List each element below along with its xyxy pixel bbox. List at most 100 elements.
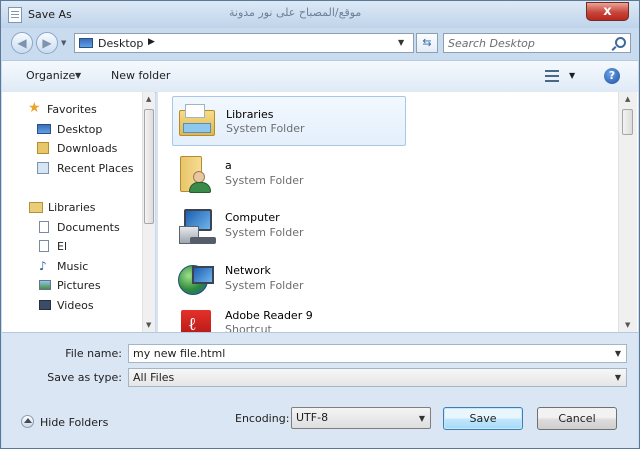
navigation-scrollbar[interactable]: ▲ ▼	[142, 92, 155, 332]
back-button[interactable]: ◀	[11, 32, 33, 54]
sidebar-item-label: Downloads	[57, 141, 118, 155]
videos-icon	[39, 300, 51, 310]
save-as-type-label: Save as type:	[47, 371, 122, 384]
forward-button[interactable]: ▶	[36, 32, 58, 54]
sidebar-item-pictures[interactable]: Pictures	[39, 276, 101, 294]
view-dropdown-icon[interactable]: ▼	[569, 71, 575, 80]
sidebar-item-label: Recent Places	[57, 161, 134, 175]
hide-folders-icon[interactable]	[21, 415, 34, 428]
sidebar-item-desktop[interactable]: Desktop	[37, 120, 102, 138]
sidebar-item-label: Libraries	[48, 200, 96, 214]
new-folder-button[interactable]: New folder	[111, 69, 170, 82]
libraries-icon	[29, 201, 43, 213]
sidebar-item-music[interactable]: ♪ Music	[39, 257, 88, 275]
close-button[interactable]: x	[586, 2, 629, 21]
help-button[interactable]: ?	[604, 68, 620, 84]
save-as-type-value[interactable]: All Files	[133, 371, 174, 384]
recent-locations-dropdown[interactable]: ▼	[61, 39, 66, 47]
back-arrow-icon: ◀	[17, 36, 27, 50]
document-icon	[8, 7, 22, 23]
sidebar-item-downloads[interactable]: Downloads	[37, 139, 117, 157]
list-item[interactable]: Computer System Folder	[172, 202, 406, 252]
documents-icon	[39, 221, 49, 233]
save-button[interactable]: Save	[443, 407, 523, 430]
chevron-down-icon[interactable]: ▼	[398, 38, 404, 47]
refresh-icon: ⇆	[422, 36, 432, 49]
file-type: System Folder	[225, 279, 304, 292]
file-name: Network	[225, 264, 271, 277]
dialog-footer: Hide Folders Encoding: UTF-8 ▼ Save Canc…	[2, 392, 638, 448]
chevron-down-icon[interactable]: ▼	[419, 414, 425, 423]
sidebar-item-recent-places[interactable]: Recent Places	[37, 159, 134, 177]
pictures-icon	[39, 280, 51, 290]
scrollbar-thumb[interactable]	[622, 109, 633, 135]
sidebar-item-label: Desktop	[57, 122, 103, 136]
file-list: Libraries System Folder a System Folder …	[158, 92, 638, 332]
sidebar-item-label: Documents	[57, 220, 120, 234]
list-item[interactable]: a System Folder	[172, 149, 406, 199]
sidebar-item-documents[interactable]: Documents	[39, 218, 120, 236]
file-type: Shortcut	[225, 323, 272, 332]
scroll-up-icon[interactable]: ▲	[146, 95, 151, 103]
encoding-select[interactable]: UTF-8 ▼	[291, 407, 431, 429]
file-name: Computer	[225, 211, 280, 224]
file-name-value[interactable]: my new file.html	[133, 347, 225, 360]
address-location[interactable]: Desktop	[98, 37, 143, 50]
search-icon[interactable]	[615, 37, 626, 48]
list-item[interactable]: ℓ Adobe Reader 9 Shortcut	[172, 302, 406, 332]
list-item[interactable]: Network System Folder	[172, 255, 406, 305]
command-bar: Organize ▼ New folder ▼ ?	[2, 60, 638, 93]
music-icon: ♪	[39, 259, 47, 273]
adobe-reader-icon: ℓ	[176, 306, 216, 332]
address-bar[interactable]: Desktop ▶ ▼	[74, 33, 414, 53]
save-as-type-select[interactable]: All Files ▼	[128, 368, 627, 387]
scrollbar-thumb[interactable]	[144, 109, 154, 224]
sidebar-item-label: Music	[57, 259, 89, 273]
sidebar-item-libraries[interactable]: Libraries	[29, 198, 96, 216]
sidebar-item-label: Videos	[57, 298, 94, 312]
search-input[interactable]	[448, 36, 608, 50]
desktop-icon	[37, 124, 51, 134]
view-options-icon[interactable]	[545, 70, 559, 82]
sidebar-item-videos[interactable]: Videos	[39, 296, 94, 314]
title-bar[interactable]: Save As ﻣﻮﻗﻊ/ﺍﻟﻤﺼﺒﺎﺡ ﻋﻠﻰ ﻧﻮﺭ ﻣﺪﻭﻧﺔ x	[1, 1, 639, 28]
organize-dropdown-icon[interactable]: ▼	[75, 71, 81, 80]
list-item[interactable]: Libraries System Folder	[172, 96, 406, 146]
scroll-down-icon[interactable]: ▼	[146, 321, 151, 329]
file-name: a	[225, 159, 232, 172]
file-list-scrollbar[interactable]: ▲ ▼	[618, 92, 637, 332]
network-icon	[176, 259, 216, 299]
file-type: System Folder	[225, 226, 304, 239]
refresh-button[interactable]: ⇆	[416, 33, 438, 53]
forward-arrow-icon: ▶	[42, 36, 52, 50]
sidebar-item-label: Pictures	[57, 278, 101, 292]
downloads-folder-icon	[37, 142, 49, 154]
file-type: System Folder	[226, 122, 305, 135]
navigation-pane: ★ Favorites Desktop Downloads Recent Pla…	[2, 92, 155, 332]
user-folder-icon	[176, 153, 216, 193]
sidebar-item-favorites[interactable]: ★ Favorites	[28, 100, 97, 118]
search-box[interactable]	[443, 33, 631, 53]
sidebar-item-el[interactable]: El	[39, 237, 67, 255]
star-icon: ★	[28, 100, 41, 116]
scroll-down-icon[interactable]: ▼	[625, 321, 630, 329]
file-type: System Folder	[225, 174, 304, 187]
file-name-label: File name:	[65, 347, 122, 360]
scroll-up-icon[interactable]: ▲	[625, 95, 630, 103]
encoding-value[interactable]: UTF-8	[296, 411, 328, 424]
encoding-label: Encoding:	[235, 412, 290, 425]
window-title: Save As	[28, 8, 72, 21]
computer-icon	[176, 206, 216, 246]
hide-folders-button[interactable]: Hide Folders	[40, 416, 108, 429]
chevron-down-icon[interactable]: ▼	[615, 349, 621, 358]
address-row: ◀ ▶ ▼ Desktop ▶ ▼ ⇆	[1, 28, 639, 60]
organize-button[interactable]: Organize	[26, 69, 75, 82]
breadcrumb-chevron-icon[interactable]: ▶	[148, 37, 155, 47]
file-name: Adobe Reader 9	[225, 309, 313, 322]
file-name-field[interactable]: my new file.html ▼	[128, 344, 627, 363]
chevron-down-icon[interactable]: ▼	[615, 373, 621, 382]
sidebar-item-label: El	[57, 239, 68, 253]
libraries-icon	[177, 101, 217, 141]
cancel-button[interactable]: Cancel	[537, 407, 617, 430]
save-as-dialog: Save As ﻣﻮﻗﻊ/ﺍﻟﻤﺼﺒﺎﺡ ﻋﻠﻰ ﻧﻮﺭ ﻣﺪﻭﻧﺔ x ◀ ▶…	[0, 0, 640, 449]
